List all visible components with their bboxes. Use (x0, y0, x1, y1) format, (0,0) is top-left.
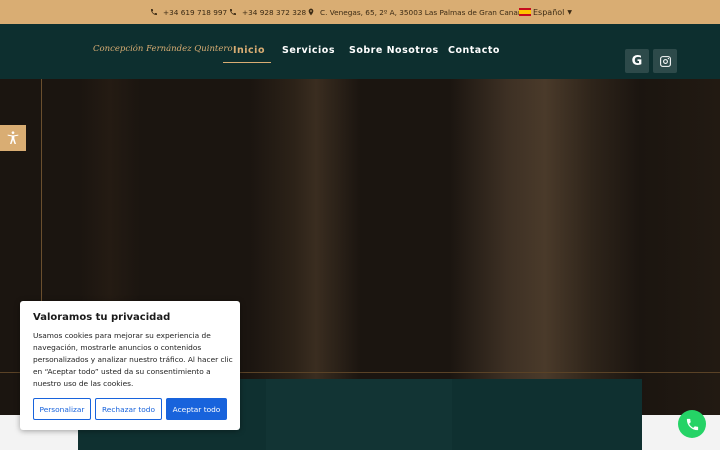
caret-down-icon: ▼ (567, 8, 573, 16)
hero-column (640, 79, 720, 415)
phone-1-text: +34 619 718 997 (163, 7, 228, 17)
nav-item-sobre-nosotros[interactable]: Sobre Nosotros (349, 45, 439, 56)
google-icon: G (631, 53, 643, 69)
call-button[interactable] (678, 410, 706, 438)
phone-icon (230, 9, 236, 15)
top-contact-bar: +34 619 718 997 +34 928 372 328 C. Veneg… (0, 0, 720, 24)
accept-all-button[interactable]: Aceptar todo (166, 398, 227, 420)
spain-flag-icon (519, 8, 531, 16)
instagram-button[interactable] (653, 49, 677, 73)
map-pin-icon (308, 8, 314, 16)
phone-2-link[interactable]: +34 928 372 328 (229, 0, 306, 24)
service-panel (452, 379, 642, 450)
nav-item-servicios[interactable]: Servicios (282, 45, 335, 56)
cookie-title: Valoramos tu privacidad (33, 312, 171, 323)
site-logo[interactable]: Concepción Fernández Quintero (93, 44, 233, 54)
main-navigation: Concepción Fernández Quintero Inicio Ser… (0, 24, 720, 79)
cookie-description: Usamos cookies para mejorar su experienc… (33, 331, 233, 388)
address-link[interactable]: C. Venegas, 65, 2º A, 35003 Las Palmas d… (307, 0, 527, 24)
hero-column (450, 79, 640, 415)
accessibility-icon (7, 131, 19, 144)
phone-icon (686, 418, 698, 430)
nav-item-inicio[interactable]: Inicio (233, 45, 265, 56)
language-label: Español (533, 7, 565, 17)
cookie-consent-dialog: Valoramos tu privacidad Usamos cookies p… (20, 301, 240, 430)
service-panel (266, 379, 452, 450)
phone-icon (151, 9, 157, 15)
hero-column (250, 79, 360, 415)
language-selector[interactable]: Español ▼ (519, 0, 572, 24)
phone-2-text: +34 928 372 328 (242, 7, 307, 17)
active-nav-underline (223, 62, 271, 63)
google-button[interactable]: G (625, 49, 649, 73)
customize-button[interactable]: Personalizar (33, 398, 91, 420)
reject-all-button[interactable]: Rechazar todo (95, 398, 162, 420)
address-text: C. Venegas, 65, 2º A, 35003 Las Palmas d… (320, 7, 528, 17)
phone-1-link[interactable]: +34 619 718 997 (150, 0, 227, 24)
nav-item-contacto[interactable]: Contacto (448, 45, 500, 56)
instagram-icon (659, 55, 671, 67)
accessibility-button[interactable] (0, 125, 26, 151)
